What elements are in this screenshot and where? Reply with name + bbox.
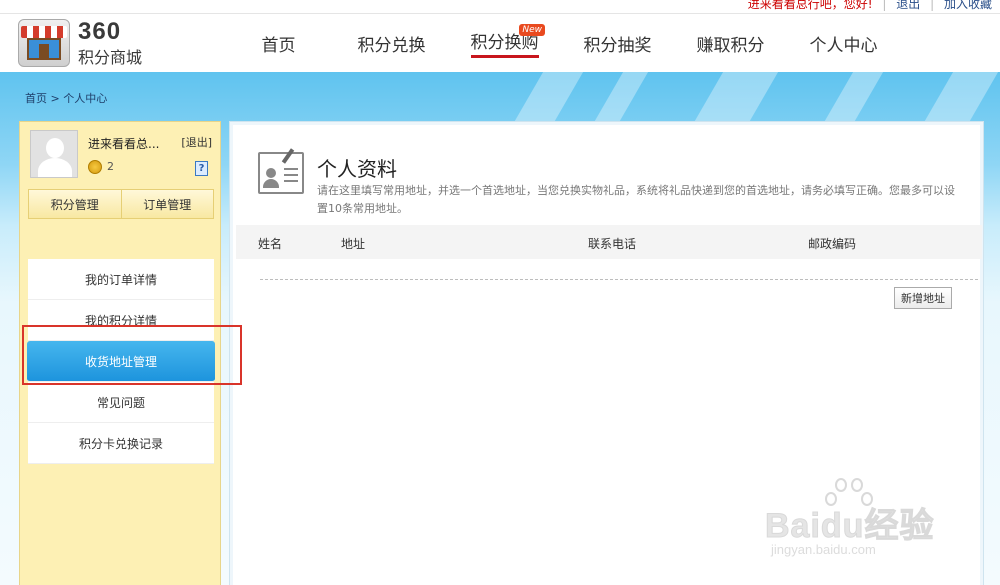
sidebar-item-card-records[interactable]: 积分卡兑换记录: [28, 423, 214, 464]
top-utility-bar: 进来看看总行吧，您好! | 退出 | 加入收藏: [0, 0, 1000, 14]
nav-points-purchase[interactable]: 积分换购 New: [448, 14, 561, 72]
greeting-text: 进来看看总行吧，您好!: [747, 0, 873, 11]
tab-points-management[interactable]: 积分管理: [29, 190, 121, 218]
new-badge: New: [519, 24, 545, 36]
column-name: 姓名: [258, 237, 283, 251]
column-postcode: 邮政编码: [808, 237, 857, 251]
nav-home[interactable]: 首页: [222, 14, 335, 72]
tab-order-management[interactable]: 订单管理: [120, 190, 214, 218]
profile-card-icon: [258, 148, 304, 194]
baidu-watermark: Baidu经验 jingyan.baidu.com: [764, 476, 985, 576]
breadcrumb-home[interactable]: 首页: [25, 92, 47, 105]
logo-number[interactable]: 360: [78, 18, 121, 46]
sidebar-item-points-details[interactable]: 我的积分详情: [28, 300, 214, 341]
username: 进来看看总...: [88, 137, 160, 151]
address-table-header: 姓名 地址 联系电话 邮政编码: [236, 225, 982, 259]
sidebar: 进来看看总... [退出] 2 ? 积分管理 订单管理 我的订单详情 我的积分详…: [19, 121, 221, 585]
nav-personal-center[interactable]: 个人中心: [787, 14, 900, 72]
logo-subtitle[interactable]: 积分商城: [78, 44, 142, 68]
breadcrumb-current: 个人中心: [63, 92, 108, 105]
sidebar-logout-link[interactable]: [退出]: [181, 134, 212, 150]
column-phone: 联系电话: [588, 237, 637, 251]
main-nav: 首页 积分兑换 积分换购 New 积分抽奖 赚取积分 个人中心: [222, 14, 900, 72]
sidebar-item-faq[interactable]: 常见问题: [28, 382, 214, 423]
watermark-url: jingyan.baidu.com: [771, 542, 876, 557]
avatar: [30, 130, 78, 178]
breadcrumb: 首页 > 个人中心: [25, 92, 108, 105]
page-description: 请在这里填写常用地址，并选一个首选地址，当您兑换实物礼品，系统将礼品快递到您的首…: [317, 184, 955, 215]
top-logout-link[interactable]: 退出: [896, 0, 920, 11]
coin-icon: [88, 160, 102, 174]
site-header: 360 积分商城 首页 积分兑换 积分换购 New 积分抽奖 赚取积分 个人中心: [0, 14, 1000, 72]
divider: [260, 279, 978, 280]
add-favorite-link[interactable]: 加入收藏: [944, 0, 992, 11]
shop-logo-icon[interactable]: [18, 19, 70, 67]
nav-points-lottery[interactable]: 积分抽奖: [561, 14, 674, 72]
help-icon[interactable]: ?: [195, 161, 208, 176]
page-title: 个人资料: [317, 157, 397, 181]
sidebar-item-address-management[interactable]: 收货地址管理: [27, 341, 215, 382]
column-address: 地址: [341, 237, 366, 251]
points-count: 2: [107, 160, 114, 173]
add-address-button[interactable]: 新增地址: [894, 287, 952, 309]
watermark-brand: Baidu经验: [764, 507, 935, 546]
top-links: 进来看看总行吧，您好! | 退出 | 加入收藏: [748, 0, 992, 12]
user-info: 进来看看总... [退出] 2 ?: [30, 130, 212, 180]
sidebar-item-order-details[interactable]: 我的订单详情: [28, 259, 214, 300]
nav-earn-points[interactable]: 赚取积分: [674, 14, 787, 72]
account-tabs: 积分管理 订单管理: [28, 189, 214, 219]
side-menu: 我的订单详情 我的积分详情 收货地址管理 常见问题 积分卡兑换记录: [27, 259, 215, 464]
nav-points-exchange[interactable]: 积分兑换: [335, 14, 448, 72]
